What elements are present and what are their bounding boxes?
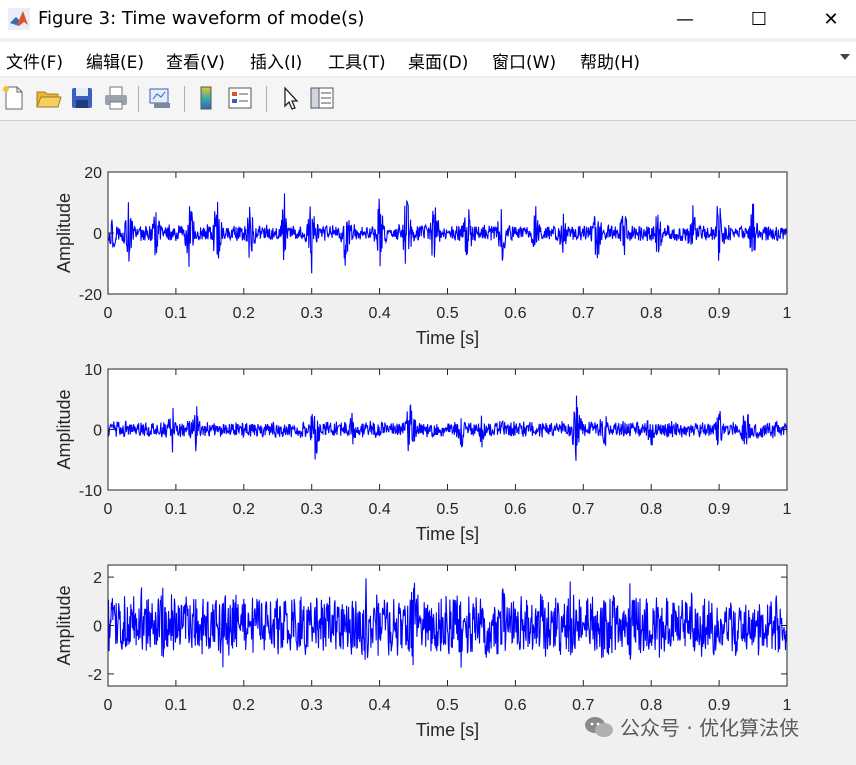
menu-insert[interactable]: 插入(I) <box>250 48 302 73</box>
x-tick-label: 0.7 <box>572 501 594 518</box>
x-tick-label: 1 <box>783 501 792 518</box>
menu-view[interactable]: 查看(V) <box>166 48 225 73</box>
x-tick-label: 0.8 <box>640 501 662 518</box>
x-tick-label: 0.2 <box>233 305 255 322</box>
x-tick-label: 0.1 <box>165 697 187 714</box>
property-editor-icon[interactable] <box>308 84 336 112</box>
x-tick-label: 0.3 <box>301 697 323 714</box>
x-tick-label: 0.3 <box>301 305 323 322</box>
y-tick-label: 0 <box>93 619 102 636</box>
y-axis-label: Amplitude <box>54 389 74 469</box>
menu-bar: 文件(F) 编辑(E) 查看(V) 插入(I) 工具(T) 桌面(D) 窗口(W… <box>0 42 856 76</box>
x-tick-label: 0.2 <box>233 501 255 518</box>
menu-tools[interactable]: 工具(T) <box>328 48 386 73</box>
menu-desktop[interactable]: 桌面(D) <box>408 48 468 73</box>
y-tick-label: -10 <box>79 483 102 500</box>
menu-edit[interactable]: 编辑(E) <box>86 48 144 73</box>
figure-plots: 0 0.1 0.2 0.3 0.4 0.5 0.6 0.7 0.8 0.9 1200-20Time … <box>54 165 792 740</box>
close-button[interactable]: ✕ <box>806 0 856 38</box>
minimize-button[interactable]: — <box>660 0 710 38</box>
y-tick-label: -20 <box>79 287 102 304</box>
x-tick-label: 0.1 <box>165 305 187 322</box>
y-tick-label: -2 <box>88 667 102 684</box>
y-tick-label: 20 <box>84 165 102 182</box>
link-plot-icon[interactable] <box>146 84 174 112</box>
x-axis-label: Time [s] <box>416 720 479 740</box>
watermark: 公众号 · 优化算法侠 <box>584 712 799 741</box>
y-tick-label: 0 <box>93 423 102 440</box>
x-tick-label: 0.1 <box>165 501 187 518</box>
x-tick-label: 0.2 <box>233 697 255 714</box>
x-tick-label: 0.5 <box>436 501 458 518</box>
x-tick-label: 0.4 <box>368 305 390 322</box>
matlab-logo-icon <box>8 8 30 30</box>
x-tick-label: 0.6 <box>504 501 526 518</box>
x-tick-label: 0.6 <box>504 697 526 714</box>
window-title: Figure 3: Time waveform of mode(s) <box>38 8 365 29</box>
x-tick-label: 0.9 <box>708 305 730 322</box>
y-tick-label: 0 <box>93 226 102 243</box>
menu-window[interactable]: 窗口(W) <box>492 48 556 73</box>
x-tick-label: 0 <box>104 501 113 518</box>
x-tick-label: 0.5 <box>436 305 458 322</box>
x-tick-label: 0 <box>104 305 113 322</box>
x-tick-label: 0.4 <box>368 697 390 714</box>
x-tick-label: 0.5 <box>436 697 458 714</box>
print-icon[interactable] <box>102 84 130 112</box>
colorbar-icon[interactable] <box>192 84 220 112</box>
maximize-button[interactable]: ☐ <box>734 0 784 38</box>
y-tick-label: 10 <box>84 362 102 379</box>
open-folder-icon[interactable] <box>34 84 62 112</box>
legend-icon[interactable] <box>226 84 254 112</box>
x-axis-label: Time [s] <box>416 328 479 348</box>
figure-canvas: 0 0.1 0.2 0.3 0.4 0.5 0.6 0.7 0.8 0.9 1 20 0 -20 Time … <box>0 121 856 761</box>
watermark-text: 公众号 · 优化算法侠 <box>620 716 800 740</box>
toolbar-separator <box>266 86 267 112</box>
menu-help[interactable]: 帮助(H) <box>580 48 640 73</box>
x-tick-label: 0.9 <box>708 501 730 518</box>
y-tick-label: 2 <box>93 570 102 587</box>
menu-overflow-icon[interactable] <box>840 54 850 60</box>
x-tick-label: 0.6 <box>504 305 526 322</box>
x-axis-label: Time [s] <box>416 524 479 544</box>
save-icon[interactable] <box>68 84 96 112</box>
x-tick-label: 0 <box>104 697 113 714</box>
wechat-icon <box>585 716 613 737</box>
y-axis-label: Amplitude <box>54 193 74 273</box>
x-tick-label: 1 <box>783 305 792 322</box>
y-axis-label: Amplitude <box>54 585 74 665</box>
x-tick-label: 0.7 <box>572 305 594 322</box>
x-tick-label: 0.4 <box>368 501 390 518</box>
x-tick-label: 0.8 <box>640 305 662 322</box>
pointer-icon[interactable] <box>276 84 304 112</box>
menu-file[interactable]: 文件(F) <box>6 48 63 73</box>
toolbar-separator <box>184 86 185 112</box>
toolbar <box>0 78 856 121</box>
toolbar-separator <box>138 86 139 112</box>
x-tick-label: 0.3 <box>301 501 323 518</box>
new-file-icon[interactable] <box>0 84 28 112</box>
title-bar: Figure 3: Time waveform of mode(s) — ☐ ✕ <box>0 0 856 38</box>
